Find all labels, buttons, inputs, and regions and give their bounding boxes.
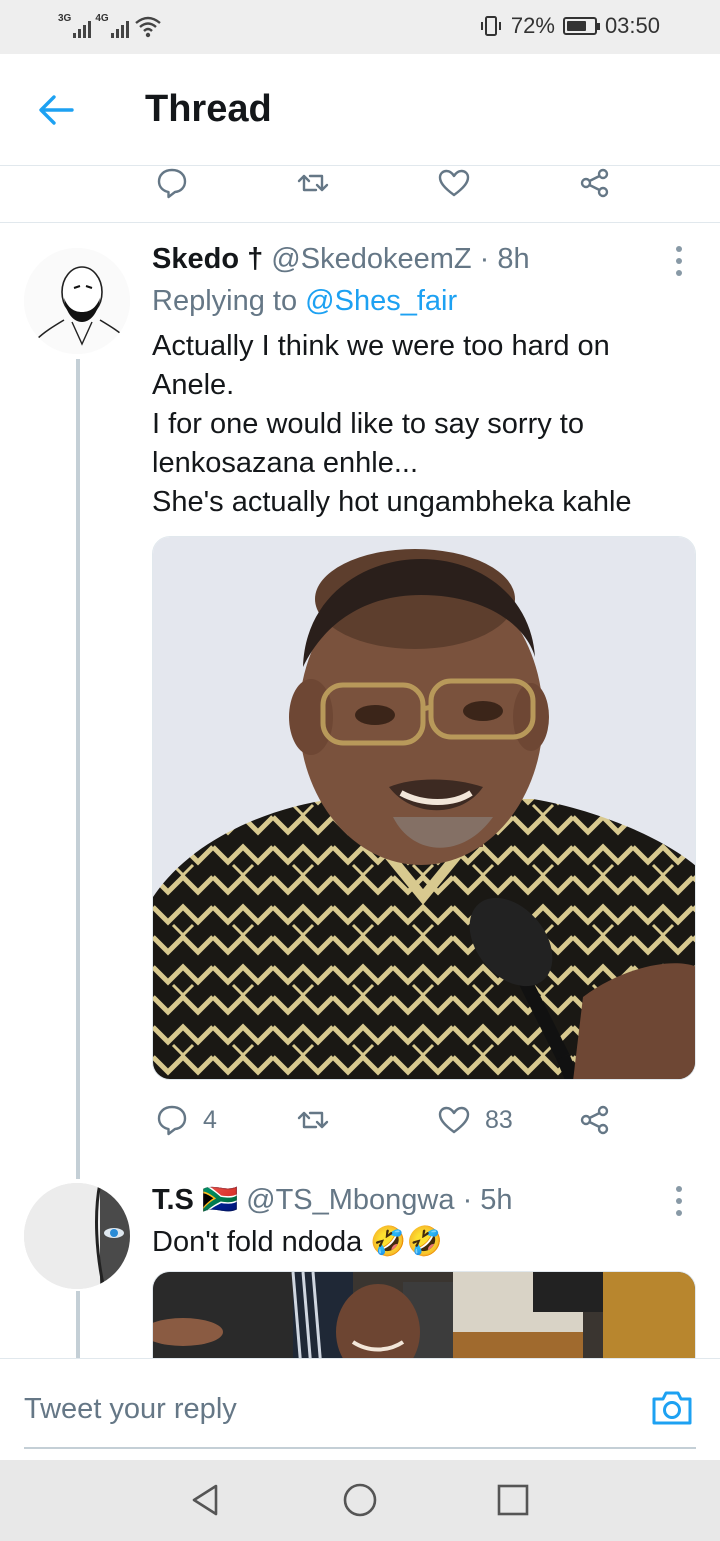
tweet-text-body: Don't fold ndoda (152, 1226, 363, 1258)
more-options-icon[interactable] (672, 246, 686, 276)
tweet-text-line: Anele. (152, 369, 235, 401)
tweet-photo[interactable] (152, 536, 696, 1080)
back-arrow-icon[interactable] (34, 90, 78, 130)
battery-percent: 72% (510, 13, 555, 38)
share-icon (580, 168, 609, 198)
photo-parliament (153, 1272, 695, 1358)
network-type-label: 3G (58, 13, 72, 24)
avatar[interactable] (24, 248, 130, 354)
reply-icon (157, 168, 187, 199)
replying-to-link[interactable]: @Shes_fair (305, 285, 457, 317)
tweet-text-line: lenkosazana enhle... (152, 447, 419, 479)
flag-emoji: 🇿🇦 (201, 1184, 239, 1216)
tweet-text: Don't fold ndoda 🤣🤣 (152, 1223, 697, 1262)
network-type-label: 4G (95, 13, 109, 24)
camera-icon[interactable] (650, 1387, 694, 1427)
tweet-reply-input[interactable]: Tweet your reply (24, 1393, 237, 1426)
laughing-emoji: 🤣🤣 (370, 1226, 443, 1258)
share-button[interactable] (578, 166, 612, 200)
clock: 03:50 (604, 13, 660, 38)
tweet-header: T.S 🇿🇦 @TS_Mbongwa · 5h (152, 1183, 513, 1217)
battery-icon (562, 17, 600, 35)
top-app-bar: Thread (0, 54, 720, 166)
tweet-text-line: I for one would like to say sorry to (152, 408, 584, 440)
signal-indicators: 3G 4G (58, 14, 163, 38)
share-icon (580, 1105, 609, 1135)
avatar-sketch-image (24, 248, 130, 354)
signal-bars-icon (73, 18, 92, 38)
replying-to-prefix: Replying to (152, 285, 306, 317)
system-navigation-bar (0, 1460, 720, 1541)
display-name[interactable]: T.S (152, 1184, 194, 1216)
status-right: 72% 03:50 (479, 13, 660, 39)
page-title: Thread (145, 88, 272, 130)
wifi-icon (134, 16, 161, 38)
avatar[interactable] (24, 1183, 130, 1289)
handle-and-time[interactable]: @TS_Mbongwa · 5h (246, 1184, 512, 1216)
retweet-button[interactable] (296, 1103, 330, 1137)
signal-3g: 3G (58, 13, 92, 38)
vibrate-icon (480, 16, 501, 36)
reply-button[interactable]: 4 (155, 1103, 217, 1137)
tweet-ts[interactable]: T.S 🇿🇦 @TS_Mbongwa · 5h Don't fold ndoda… (0, 1183, 720, 1358)
handle-and-time[interactable]: @SkedokeemZ · 8h (271, 243, 529, 275)
tweet-text: Actually I think we were too hard on Ane… (152, 327, 697, 522)
thread-line (76, 1291, 80, 1358)
share-button[interactable] (578, 1103, 612, 1137)
signal-4g: 4G (95, 13, 129, 38)
thread-line (76, 359, 80, 1179)
heart-icon (438, 1106, 470, 1134)
reply-composer: Tweet your reply (0, 1358, 720, 1460)
like-count: 83 (485, 1105, 513, 1134)
tweet-skedo[interactable]: Skedo † @SkedokeemZ · 8h Replying to @Sh… (0, 223, 720, 1183)
reply-icon (157, 1105, 187, 1136)
reply-button[interactable] (155, 166, 189, 200)
retweet-icon (297, 1111, 329, 1129)
reply-count: 4 (203, 1105, 217, 1134)
tweet-header: Skedo † @SkedokeemZ · 8h (152, 243, 530, 276)
battery-fill (566, 21, 586, 31)
display-name[interactable]: Skedo † (152, 243, 263, 275)
retweet-icon (297, 174, 329, 192)
signal-bars-icon (110, 18, 129, 38)
more-options-icon[interactable] (672, 1186, 686, 1216)
like-button[interactable] (437, 166, 471, 200)
replying-to: Replying to @Shes_fair (152, 285, 457, 318)
previous-tweet-actions (0, 166, 720, 223)
nav-recents-icon[interactable] (493, 1480, 533, 1520)
avatar-eye-image (24, 1183, 130, 1289)
photo-man-with-microphone (153, 537, 695, 1079)
status-bar: 3G 4G 72% 03:50 (0, 0, 720, 54)
tweet-text-line: Actually I think we were too hard on (152, 330, 610, 362)
retweet-button[interactable] (296, 166, 330, 200)
tweet-photo[interactable] (152, 1271, 696, 1358)
tweet-text-line: She's actually hot ungambheka kahle (152, 486, 632, 518)
nav-home-icon[interactable] (340, 1480, 380, 1520)
like-button[interactable]: 83 (437, 1103, 513, 1137)
heart-icon (438, 169, 470, 197)
nav-back-icon[interactable] (186, 1480, 226, 1520)
input-underline (24, 1447, 696, 1449)
